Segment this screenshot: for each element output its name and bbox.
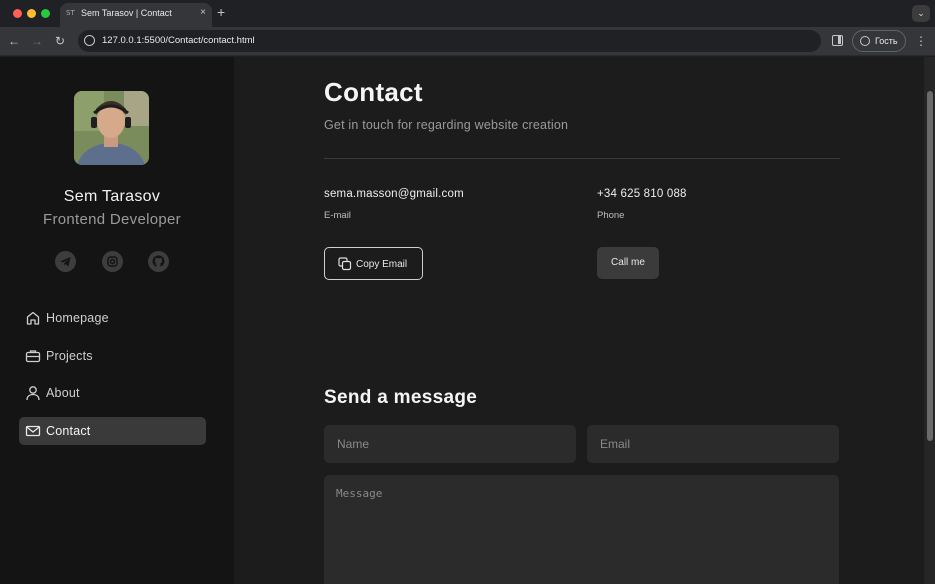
tab-search-button[interactable]: ⌄ <box>912 5 930 22</box>
mail-icon <box>25 425 41 437</box>
back-button[interactable]: ← <box>5 32 23 50</box>
close-tab-icon[interactable]: × <box>200 7 206 18</box>
profile-icon <box>860 36 870 46</box>
email-value: sema.masson@gmail.com <box>324 188 464 200</box>
sidebar-item-homepage[interactable]: Homepage <box>19 304 206 332</box>
browser-tab[interactable]: ST Sem Tarasov | Contact × <box>60 3 212 27</box>
profile-button[interactable]: Гость <box>852 30 906 52</box>
profile-label: Гость <box>875 36 898 46</box>
sidebar-item-projects[interactable]: Projects <box>19 342 206 370</box>
address-bar[interactable]: 127.0.0.1:5500/Contact/contact.html <box>78 30 821 52</box>
instagram-icon[interactable] <box>102 251 123 272</box>
main-content: Contact Get in touch for regarding websi… <box>234 57 924 584</box>
tab-favicon: ST <box>66 9 75 17</box>
sidebar-item-label: Contact <box>46 424 91 438</box>
browser-window: ST Sem Tarasov | Contact × + ⌄ ← → ↻ 127… <box>0 0 935 584</box>
page-title: Contact <box>324 77 423 107</box>
tab-strip: ST Sem Tarasov | Contact × + ⌄ <box>0 0 935 27</box>
phone-label: Phone <box>597 210 625 221</box>
profile-name: Sem Tarasov <box>63 188 161 205</box>
avatar <box>74 91 149 165</box>
page-subtitle: Get in touch for regarding website creat… <box>324 118 569 132</box>
page-viewport: Sem Tarasov Frontend Developer Homepage … <box>0 57 935 584</box>
form-title: Send a message <box>324 387 478 408</box>
side-panel-icon[interactable] <box>832 35 843 46</box>
sidebar-item-label: Projects <box>46 349 93 363</box>
phone-value: +34 625 810 088 <box>597 188 687 200</box>
close-window-button[interactable] <box>13 9 22 18</box>
copy-email-button[interactable]: Copy Email <box>324 247 423 280</box>
maximize-window-button[interactable] <box>41 9 50 18</box>
forward-button[interactable]: → <box>28 32 46 50</box>
name-input[interactable] <box>324 425 576 463</box>
tab-title: Sem Tarasov | Contact <box>81 8 172 18</box>
call-me-button[interactable]: Call me <box>597 247 659 279</box>
site-info-icon[interactable] <box>84 35 95 46</box>
user-icon <box>26 386 40 401</box>
new-tab-button[interactable]: + <box>217 4 225 20</box>
browser-toolbar: ← → ↻ 127.0.0.1:5500/Contact/contact.htm… <box>0 27 935 56</box>
copy-email-label: Copy Email <box>356 259 408 270</box>
scrollbar-thumb[interactable] <box>927 91 933 441</box>
url-text[interactable]: 127.0.0.1:5500/Contact/contact.html <box>102 35 255 46</box>
profile-role: Frontend Developer <box>43 211 181 228</box>
briefcase-icon <box>25 350 41 363</box>
avatar-photo <box>74 91 149 165</box>
sidebar: Sem Tarasov Frontend Developer Homepage … <box>0 57 234 584</box>
browser-menu-icon[interactable]: ⋮ <box>915 34 927 48</box>
page-scrollbar[interactable] <box>924 57 935 584</box>
email-input[interactable] <box>587 425 839 463</box>
telegram-icon[interactable] <box>55 251 76 272</box>
sidebar-item-label: About <box>46 386 80 400</box>
email-label: E-mail <box>324 210 351 221</box>
copy-icon <box>338 257 352 271</box>
home-icon <box>26 311 40 325</box>
divider <box>324 158 840 159</box>
github-icon[interactable] <box>148 251 169 272</box>
sidebar-item-contact[interactable]: Contact <box>19 417 206 445</box>
sidebar-item-about[interactable]: About <box>19 379 206 407</box>
minimize-window-button[interactable] <box>27 9 36 18</box>
sidebar-item-label: Homepage <box>46 311 109 325</box>
message-textarea[interactable] <box>324 475 839 584</box>
reload-button[interactable]: ↻ <box>51 32 69 50</box>
